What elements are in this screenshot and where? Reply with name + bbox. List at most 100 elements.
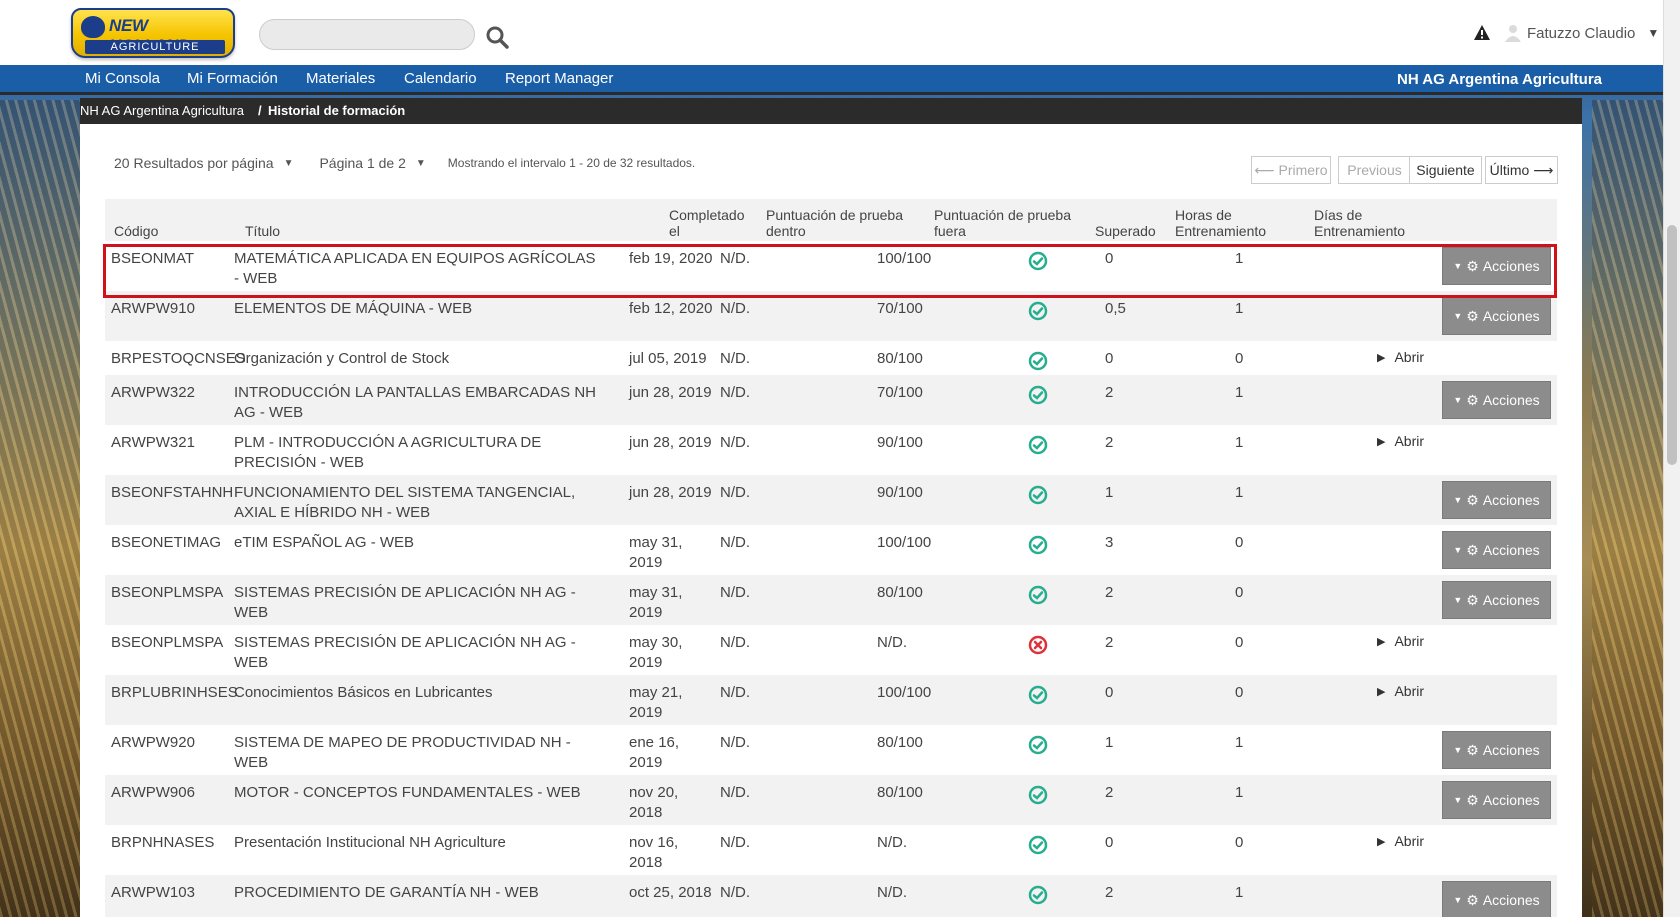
header-titulo[interactable]: Título [245, 223, 280, 239]
cell-code: ARWPW910 [111, 300, 195, 317]
cell-code: BSEONPLMSPA [111, 634, 224, 651]
breadcrumb-parent[interactable]: NH AG Argentina Agricultura [80, 98, 244, 124]
header-horas[interactable]: Horas de Entrenamiento [1175, 207, 1285, 239]
acciones-button[interactable]: ▼ ⚙ Acciones [1442, 381, 1551, 419]
search-icon[interactable] [485, 25, 509, 49]
nav-calendario[interactable]: Calendario [404, 70, 477, 87]
cell-title: Organización y Control de Stock [234, 350, 450, 367]
abrir-link[interactable]: ▶ Abrir [1377, 433, 1424, 449]
acciones-button[interactable]: ▼ ⚙ Acciones [1442, 881, 1551, 917]
acciones-button[interactable]: ▼ ⚙ Acciones [1442, 481, 1551, 519]
new-holland-logo[interactable]: NEW HOLLAND AGRICULTURE [71, 8, 235, 58]
cell-pre-score: N/D. [720, 784, 750, 801]
header-completado[interactable]: Completado el [669, 207, 754, 239]
cell-post-score: 100/100 [877, 684, 932, 701]
abrir-link[interactable]: ▶ Abrir [1377, 833, 1424, 849]
cell-pre-score: N/D. [720, 484, 750, 501]
search-input[interactable] [259, 19, 475, 50]
acciones-button[interactable]: ▼ ⚙ Acciones [1442, 731, 1551, 769]
previous-page-button[interactable]: Previous [1338, 156, 1411, 184]
cell-days: 1 [1235, 250, 1244, 267]
acciones-label: Acciones [1482, 892, 1540, 908]
last-page-button[interactable]: Último ⟶ [1485, 156, 1558, 184]
nav-report-manager[interactable]: Report Manager [505, 70, 613, 87]
background-image-right [1592, 100, 1668, 917]
cell-pre-score: N/D. [720, 434, 750, 451]
chevron-down-icon: ▼ [283, 157, 294, 169]
nav-mi-formacion[interactable]: Mi Formación [187, 70, 278, 87]
caret-down-icon: ▼ [1453, 395, 1463, 405]
nav-mi-consola[interactable]: Mi Consola [85, 70, 160, 87]
background-image-left [0, 100, 80, 917]
next-page-button[interactable]: Siguiente [1409, 156, 1482, 184]
acciones-label: Acciones [1482, 542, 1540, 558]
first-page-button[interactable]: ⟵ Primero [1251, 156, 1331, 184]
training-history-panel: 20 Resultados por página ▼ Página 1 de 2… [80, 124, 1582, 917]
nav-materiales[interactable]: Materiales [306, 70, 375, 87]
check-circle-icon [1028, 301, 1048, 321]
alert-icon[interactable] [1473, 24, 1491, 42]
header-codigo[interactable]: Código [114, 223, 158, 239]
gear-icon: ⚙ [1466, 257, 1479, 274]
abrir-link[interactable]: ▶ Abrir [1377, 633, 1424, 649]
cell-code: BSEONPLMSPA [111, 584, 224, 601]
cell-days: 0 [1235, 634, 1244, 651]
nav-org-name[interactable]: NH AG Argentina Agricultura [1397, 71, 1602, 88]
check-circle-icon [1028, 585, 1048, 605]
cell-hours: 1 [1105, 484, 1114, 501]
user-menu[interactable]: Fatuzzo Claudio ▼ [1505, 22, 1659, 44]
cell-days: 0 [1235, 834, 1244, 851]
header-pre-score[interactable]: Puntuación de prueba dentro [766, 207, 926, 239]
caret-down-icon: ▼ [1453, 745, 1463, 755]
cell-post-score: N/D. [877, 834, 907, 851]
cell-title: INTRODUCCIÓN LA PANTALLAS EMBARCADAS NH … [234, 384, 597, 421]
cell-code: ARWPW906 [111, 784, 195, 801]
cell-hours: 2 [1105, 434, 1114, 451]
cell-hours: 0,5 [1105, 300, 1126, 317]
cell-post-score: 80/100 [877, 734, 923, 751]
results-info: Mostrando el intervalo 1 - 20 de 32 resu… [447, 156, 696, 170]
table-row: BSEONPLMSPA SISTEMAS PRECISIÓN DE APLICAC… [105, 625, 1557, 675]
table-row: BSEONFSTAHNH FUNCIONAMIENTO DEL SISTEMA T… [105, 475, 1557, 525]
scrollbar-thumb[interactable] [1667, 225, 1677, 465]
acciones-label: Acciones [1482, 492, 1540, 508]
cell-hours: 0 [1105, 350, 1114, 367]
abrir-link[interactable]: ▶ Abrir [1377, 349, 1424, 365]
cell-days: 1 [1235, 484, 1244, 501]
acciones-button[interactable]: ▼ ⚙ Acciones [1442, 781, 1551, 819]
acciones-label: Acciones [1482, 392, 1540, 408]
cell-date: may 21, 2019 [629, 684, 683, 721]
main-nav: Mi Consola Mi Formación Materiales Calen… [0, 65, 1663, 95]
x-circle-icon [1028, 635, 1048, 655]
check-circle-icon [1028, 435, 1048, 455]
cell-code: ARWPW920 [111, 734, 195, 751]
cell-pre-score: N/D. [720, 884, 750, 901]
header-dias[interactable]: Días de Entrenamiento [1314, 207, 1424, 239]
gear-icon: ⚙ [1466, 891, 1479, 908]
acciones-button[interactable]: ▼ ⚙ Acciones [1442, 531, 1551, 569]
breadcrumb-current: Historial de formación [268, 103, 406, 118]
header-post-score[interactable]: Puntuación de prueba fuera [934, 207, 1094, 239]
cell-title: eTIM ESPAÑOL AG - WEB [234, 534, 415, 551]
results-per-page-select[interactable]: 20 Resultados por página ▼ [114, 155, 293, 171]
cell-hours: 0 [1105, 250, 1114, 267]
acciones-button[interactable]: ▼ ⚙ Acciones [1442, 581, 1551, 619]
page-select[interactable]: Página 1 de 2 ▼ [319, 155, 425, 171]
chevron-down-icon: ▼ [1647, 26, 1660, 40]
acciones-button[interactable]: ▼ ⚙ Acciones [1442, 297, 1551, 335]
cell-pre-score: N/D. [720, 734, 750, 751]
breadcrumb-separator: / [258, 103, 262, 118]
cell-date: may 31, 2019 [629, 584, 683, 621]
cell-days: 1 [1235, 884, 1244, 901]
cell-pre-score: N/D. [720, 350, 750, 367]
cell-title: Conocimientos Básicos en Lubricantes [234, 684, 493, 701]
caret-down-icon: ▼ [1453, 895, 1463, 905]
acciones-button[interactable]: ▼ ⚙ Acciones [1442, 247, 1551, 285]
header-superado[interactable]: Superado [1095, 223, 1156, 239]
cell-post-score: 70/100 [877, 384, 923, 401]
cell-pre-score: N/D. [720, 534, 750, 551]
check-circle-icon [1028, 735, 1048, 755]
abrir-link[interactable]: ▶ Abrir [1377, 683, 1424, 699]
play-icon: ▶ [1377, 435, 1386, 448]
vertical-scrollbar[interactable] [1663, 0, 1680, 917]
